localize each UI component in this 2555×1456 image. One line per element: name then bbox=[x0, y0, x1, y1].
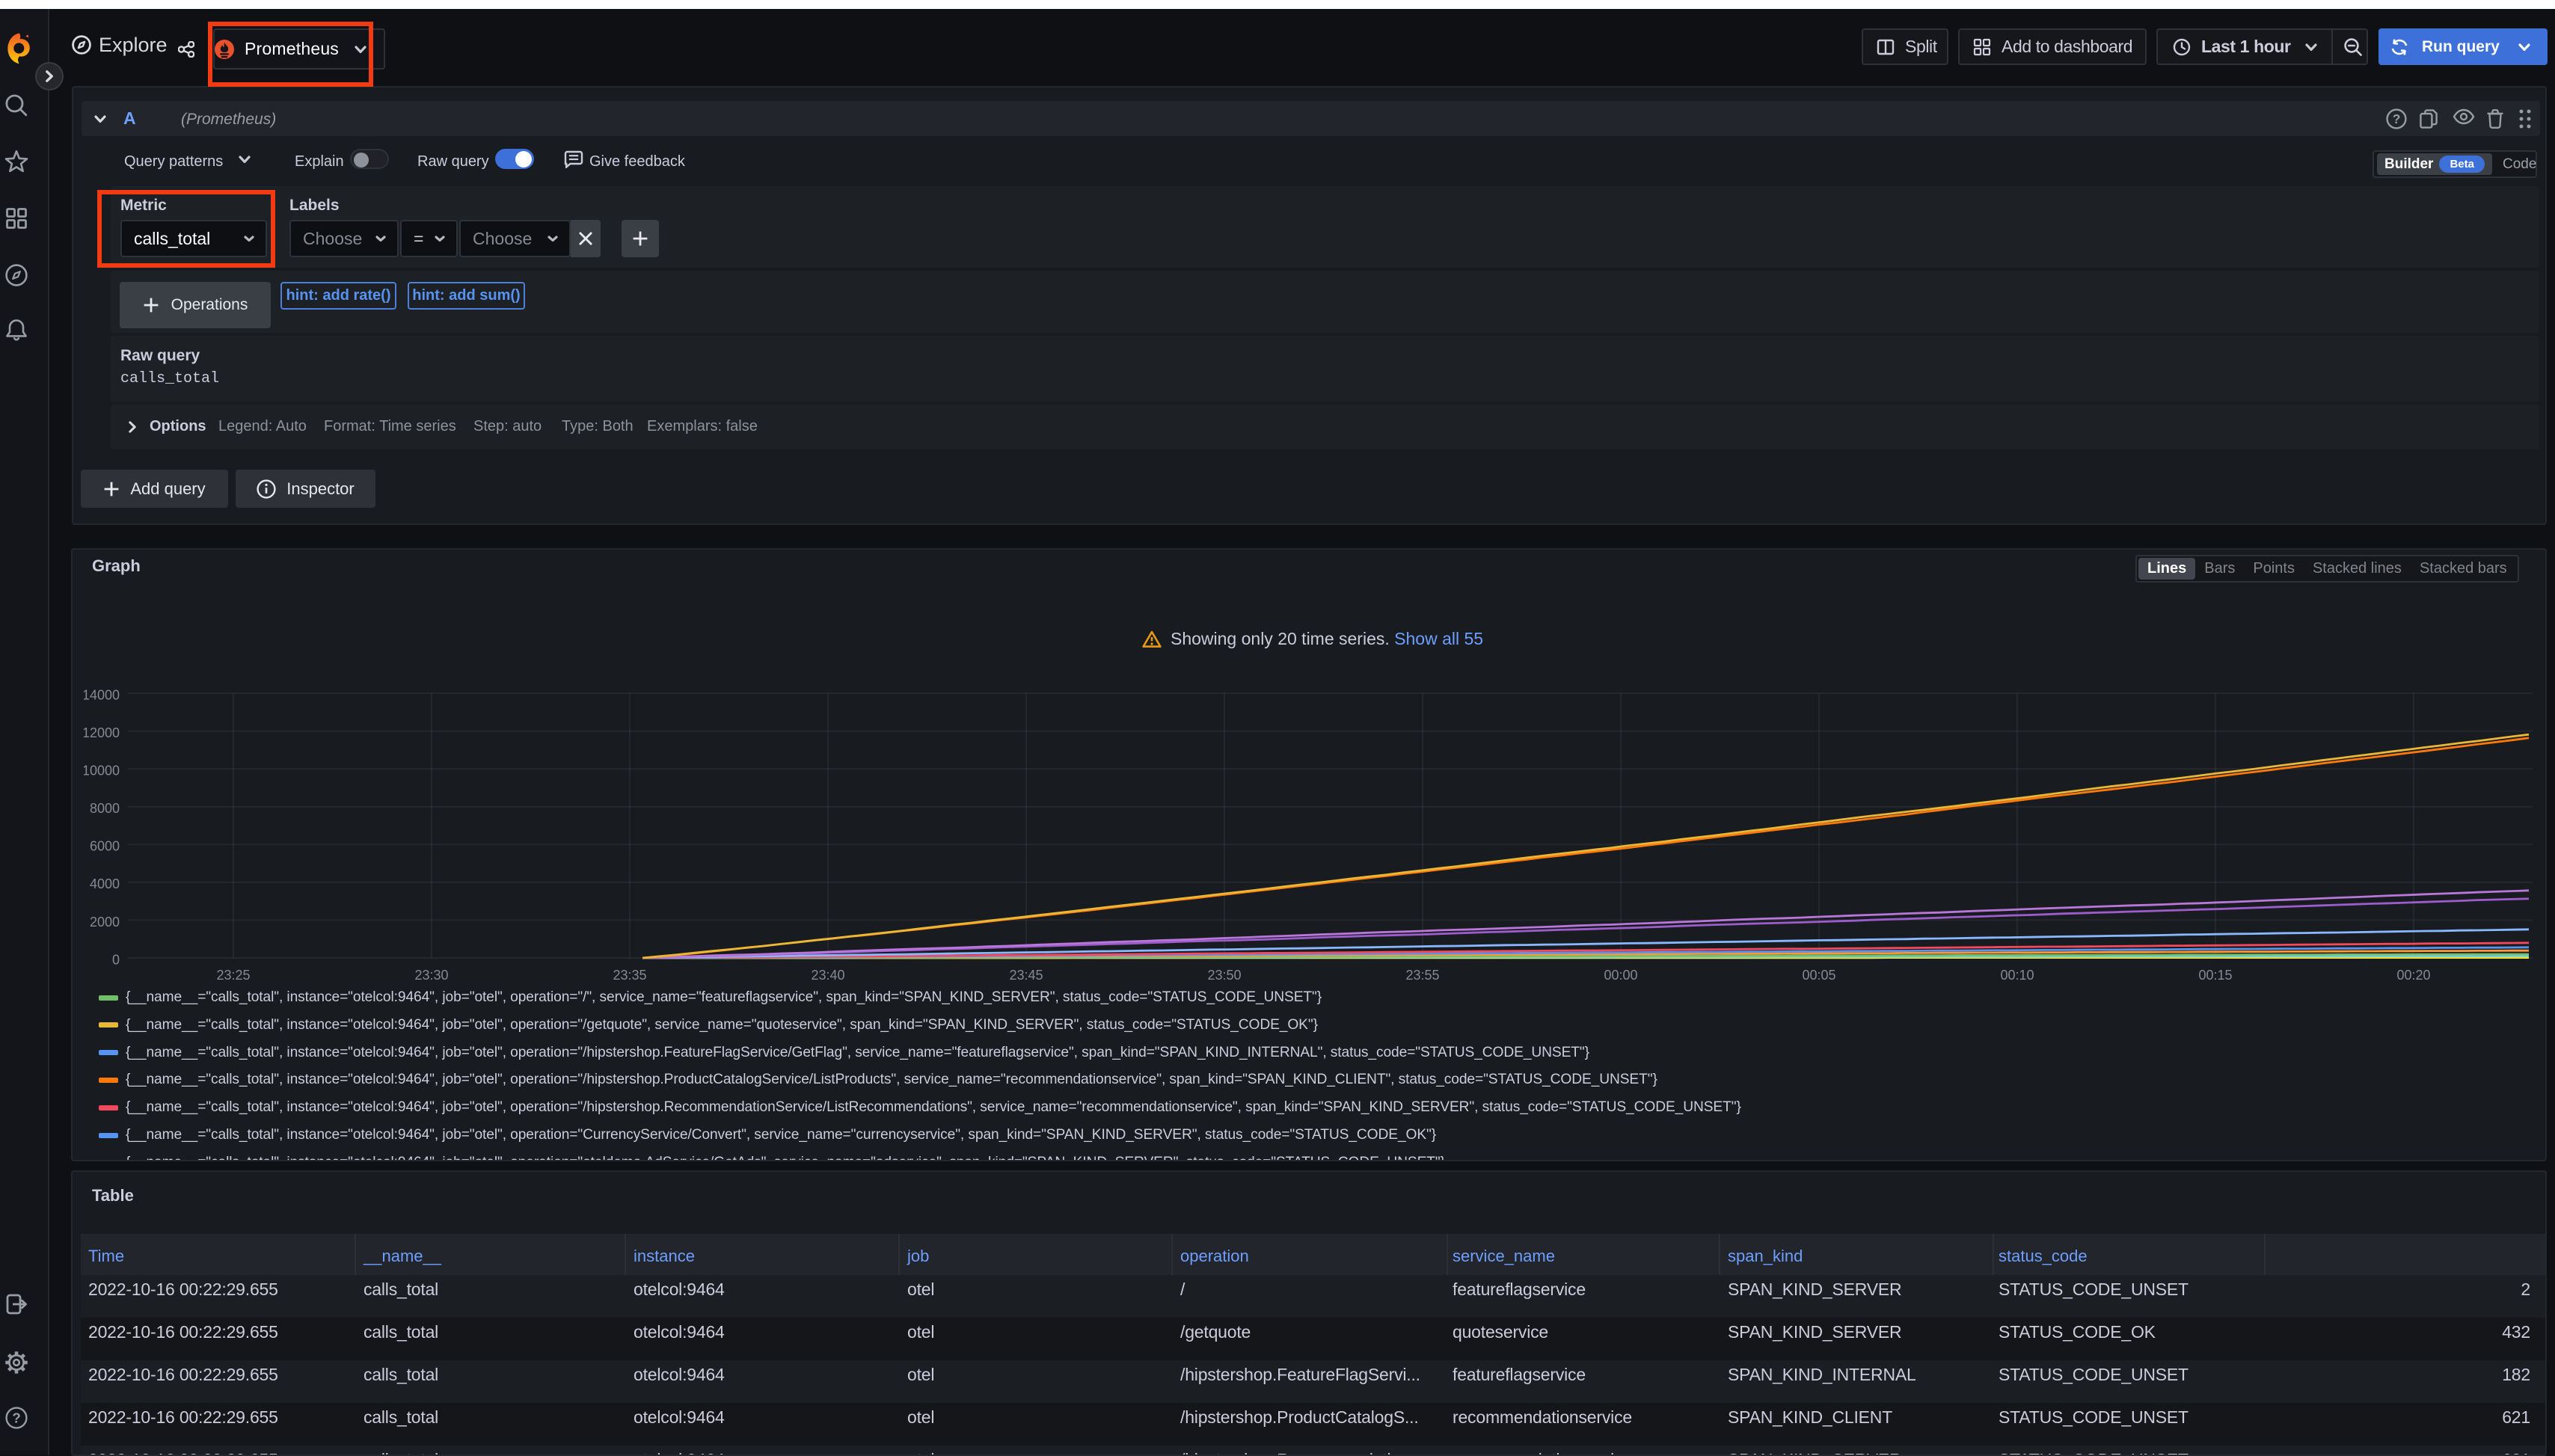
svg-text:23:25: 23:25 bbox=[216, 968, 250, 983]
svg-text:00:20: 00:20 bbox=[2396, 968, 2430, 983]
svg-text:00:15: 00:15 bbox=[2198, 968, 2232, 983]
svg-text:00:00: 00:00 bbox=[1604, 968, 1637, 983]
svg-text:23:45: 23:45 bbox=[1009, 968, 1043, 983]
svg-text:8000: 8000 bbox=[90, 801, 120, 816]
svg-text:14000: 14000 bbox=[84, 687, 120, 702]
svg-text:0: 0 bbox=[112, 952, 120, 967]
svg-text:10000: 10000 bbox=[84, 764, 120, 778]
svg-text:6000: 6000 bbox=[90, 839, 120, 854]
svg-text:23:35: 23:35 bbox=[613, 968, 646, 983]
svg-text:23:30: 23:30 bbox=[414, 968, 448, 983]
svg-text:4000: 4000 bbox=[90, 876, 120, 891]
svg-text:23:50: 23:50 bbox=[1207, 968, 1241, 983]
svg-text:12000: 12000 bbox=[84, 725, 120, 740]
svg-text:?: ? bbox=[2393, 111, 2401, 126]
svg-text:23:55: 23:55 bbox=[1405, 968, 1439, 983]
svg-text:23:40: 23:40 bbox=[811, 968, 844, 983]
svg-text:00:10: 00:10 bbox=[2000, 968, 2034, 983]
svg-text:00:05: 00:05 bbox=[1802, 968, 1835, 983]
svg-text:2000: 2000 bbox=[90, 915, 120, 930]
svg-text:?: ? bbox=[12, 1410, 20, 1426]
